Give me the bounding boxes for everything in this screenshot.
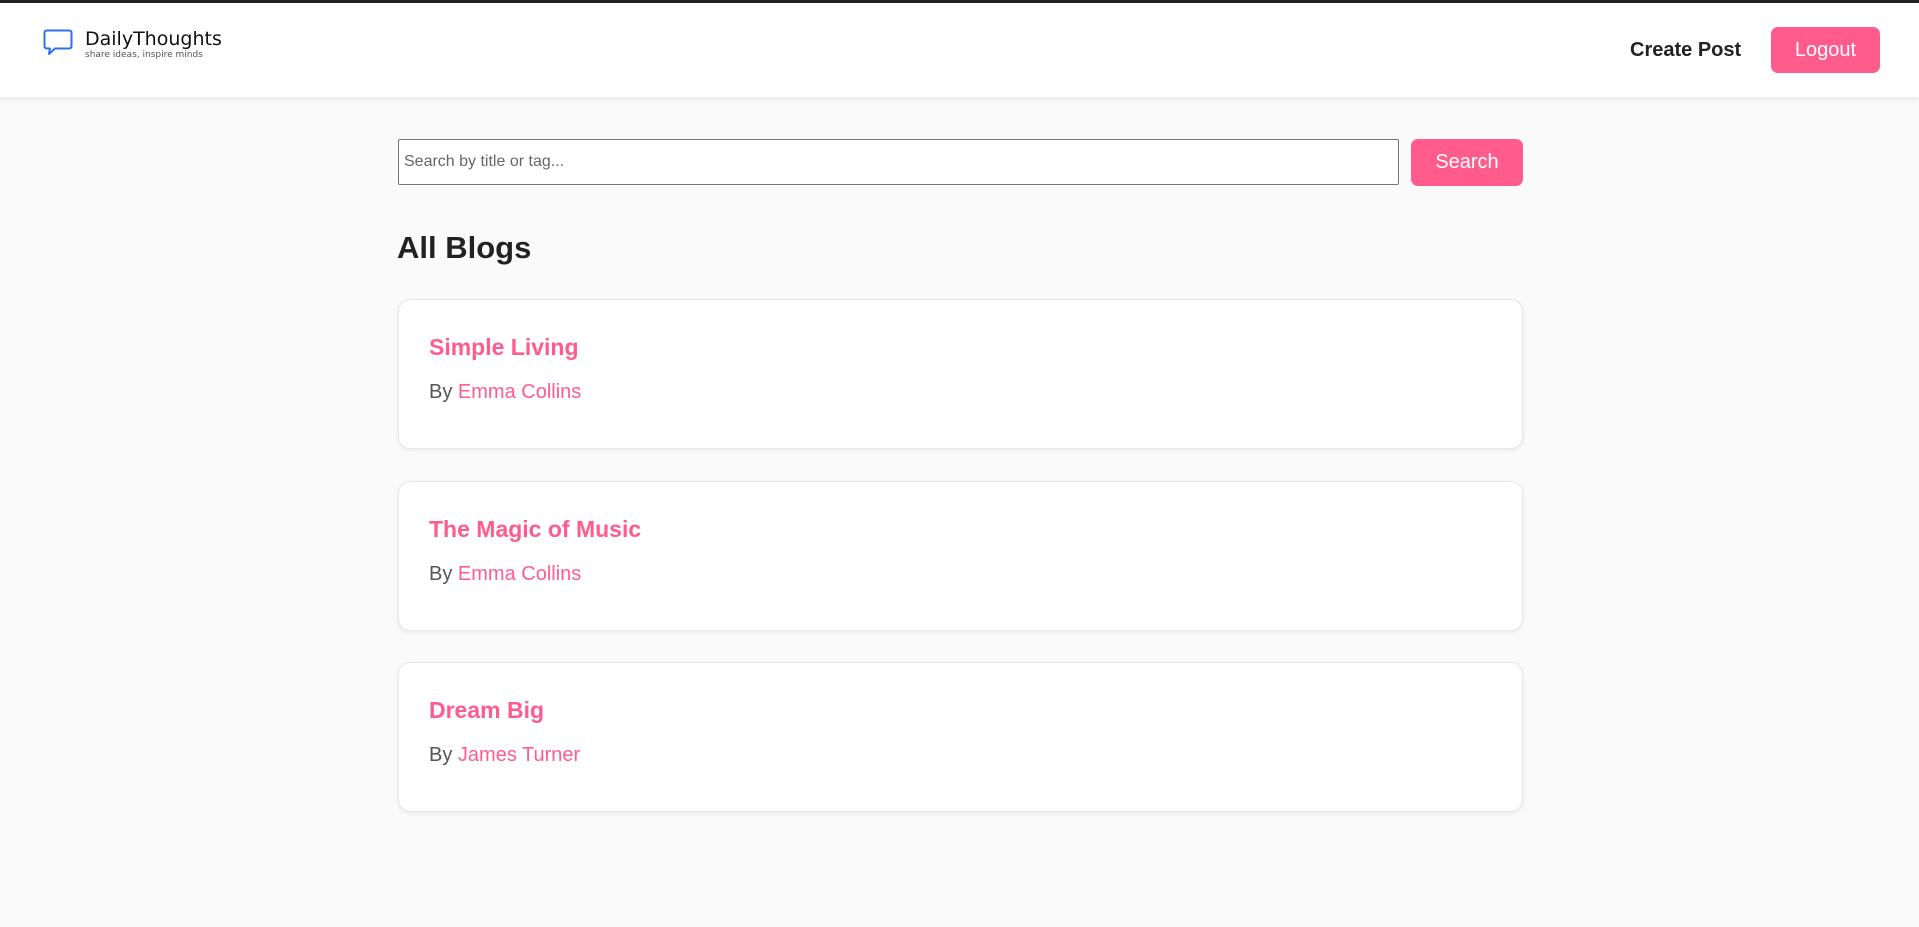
author-link[interactable]: Emma Collins bbox=[458, 563, 581, 585]
blog-byline: By Emma Collins bbox=[429, 380, 581, 404]
blog-card[interactable]: The Magic of Music By Emma Collins bbox=[398, 481, 1523, 631]
blog-title[interactable]: Simple Living bbox=[429, 332, 579, 362]
brand-text: DailyThoughts share ideas, inspire minds bbox=[85, 27, 222, 60]
blog-byline: By James Turner bbox=[429, 743, 580, 767]
brand-tagline: share ideas, inspire minds bbox=[85, 50, 203, 60]
search-input[interactable] bbox=[398, 139, 1399, 185]
logout-button[interactable]: Logout bbox=[1771, 27, 1880, 73]
brand-name: DailyThoughts bbox=[85, 28, 222, 50]
byline-prefix: By bbox=[429, 381, 453, 403]
blog-title[interactable]: Dream Big bbox=[429, 695, 544, 725]
blog-card[interactable]: Dream Big By James Turner bbox=[398, 662, 1523, 812]
create-post-link[interactable]: Create Post bbox=[1630, 39, 1741, 62]
search-button[interactable]: Search bbox=[1411, 139, 1523, 186]
chat-bubble-icon bbox=[43, 29, 73, 55]
blog-title[interactable]: The Magic of Music bbox=[429, 514, 641, 544]
brand-logo-link[interactable]: DailyThoughts share ideas, inspire minds bbox=[43, 27, 222, 60]
byline-prefix: By bbox=[429, 563, 453, 585]
byline-prefix: By bbox=[429, 744, 453, 766]
author-link[interactable]: Emma Collins bbox=[458, 381, 581, 403]
blog-card[interactable]: Simple Living By Emma Collins bbox=[398, 299, 1523, 449]
page-title: All Blogs bbox=[397, 230, 532, 265]
author-link[interactable]: James Turner bbox=[458, 744, 580, 766]
blog-byline: By Emma Collins bbox=[429, 562, 581, 586]
site-header: DailyThoughts share ideas, inspire minds… bbox=[0, 3, 1919, 97]
